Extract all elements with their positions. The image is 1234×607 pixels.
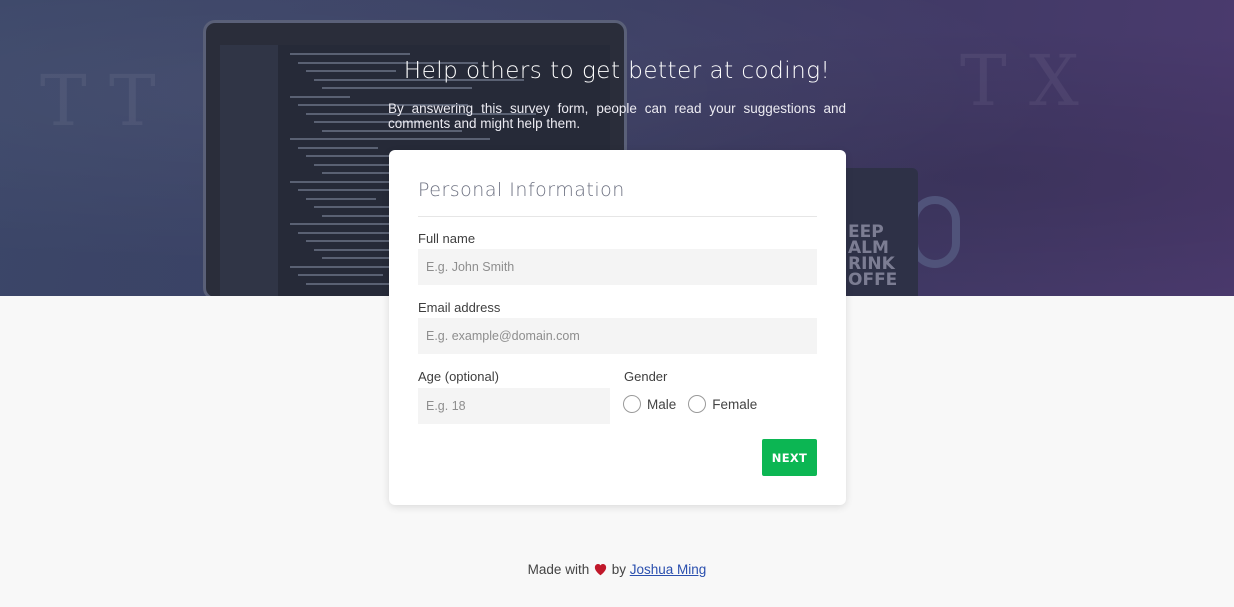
age-input[interactable] xyxy=(418,388,610,424)
gender-option-male[interactable]: Male xyxy=(623,395,676,413)
page-title: Help others to get better at coding! xyxy=(403,58,831,84)
section-divider xyxy=(418,216,817,217)
footer-by: by xyxy=(611,562,626,577)
male-label: Male xyxy=(647,396,677,412)
code-line xyxy=(322,87,472,89)
code-line xyxy=(290,53,410,55)
code-line xyxy=(298,274,383,276)
code-line xyxy=(290,138,490,140)
gender-label: Gender xyxy=(624,369,668,384)
gender-option-female[interactable]: Female xyxy=(688,395,757,413)
survey-card: Personal Information Full name Email add… xyxy=(389,150,846,505)
female-radio[interactable] xyxy=(688,395,707,413)
wall-scratch: T T xyxy=(40,60,156,142)
author-link[interactable]: Joshua Ming xyxy=(630,562,707,577)
code-line xyxy=(306,197,376,200)
next-button[interactable]: NEXT xyxy=(762,439,817,476)
footer-prefix: Made with xyxy=(527,562,590,577)
code-line xyxy=(290,95,350,98)
full-name-input[interactable] xyxy=(418,249,817,285)
email-input[interactable] xyxy=(418,318,817,354)
heart-icon xyxy=(593,562,608,576)
section-title: Personal Information xyxy=(418,179,625,201)
code-line xyxy=(298,146,378,149)
footer: Made with by Joshua Ming xyxy=(0,562,1234,577)
male-radio[interactable] xyxy=(623,395,641,413)
wall-scratch: T X xyxy=(960,40,1079,122)
female-label: Female xyxy=(712,396,758,412)
age-label: Age (optional) xyxy=(418,369,499,384)
code-line xyxy=(306,70,396,72)
editor-sidebar xyxy=(220,45,278,296)
full-name-label: Full name xyxy=(418,231,476,246)
email-label: Email address xyxy=(418,300,501,315)
page-subtitle: By answering this survey form, people ca… xyxy=(388,101,846,131)
code-line xyxy=(298,231,393,234)
gender-radio-group: Male Female xyxy=(623,395,769,413)
mug-print: EEP ALM RINK OFFE xyxy=(848,222,898,290)
